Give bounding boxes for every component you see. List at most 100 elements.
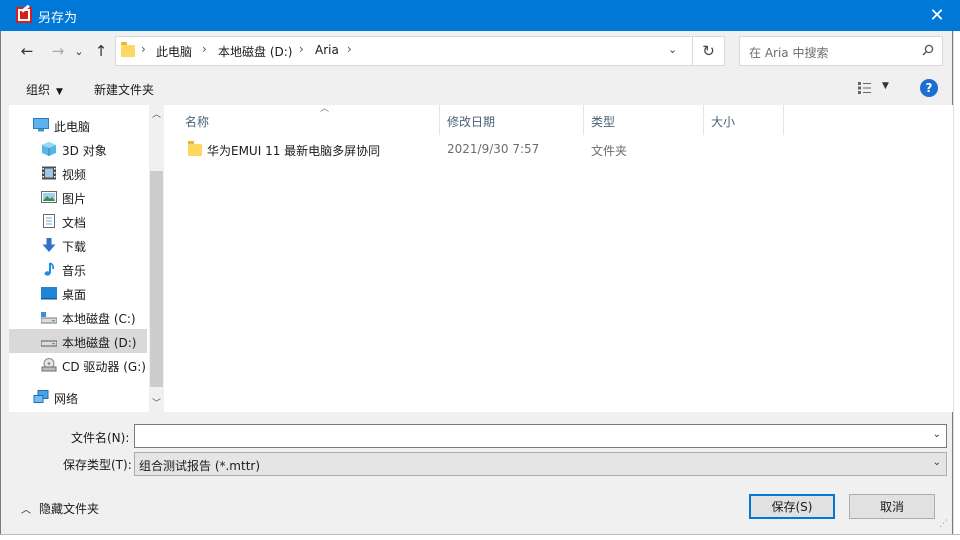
- sidebar-item-label: 网络: [54, 392, 79, 406]
- view-caret-icon[interactable]: ▼: [882, 81, 889, 91]
- column-header-modified[interactable]: 修改日期: [440, 105, 584, 135]
- search-input[interactable]: 在 Aria 中搜索: [739, 36, 943, 66]
- navigation-scrollbar[interactable]: ︿ ﹀: [149, 105, 164, 412]
- picture-icon: [41, 191, 57, 203]
- sidebar-item-cd-drive[interactable]: CD 驱动器 (G:): [9, 353, 147, 377]
- network-icon: [33, 390, 49, 403]
- forward-button[interactable]: →: [47, 40, 69, 62]
- sidebar-item-documents[interactable]: 文档: [9, 209, 147, 233]
- filetype-value: 组合测试报告 (*.mttr): [139, 459, 261, 473]
- sidebar-item-music[interactable]: 音乐: [9, 257, 147, 281]
- sidebar-item-this-pc[interactable]: 此电脑: [9, 113, 147, 137]
- caret-down-icon: ▼: [56, 87, 63, 97]
- breadcrumb-separator: ›: [141, 42, 146, 56]
- arrow-left-icon: ←: [20, 42, 34, 60]
- computer-icon: [33, 118, 49, 132]
- sidebar-item-drive-c[interactable]: 本地磁盘 (C:): [9, 305, 147, 329]
- video-icon: [42, 166, 56, 180]
- sidebar-item-label: CD 驱动器 (G:): [62, 360, 146, 374]
- app-icon: [16, 7, 32, 23]
- column-header-label: 类型: [591, 115, 616, 129]
- scroll-thumb[interactable]: [150, 171, 163, 387]
- refresh-icon: ↻: [702, 42, 715, 60]
- file-type: 文件夹: [591, 144, 628, 158]
- new-folder-button[interactable]: 新建文件夹: [94, 81, 154, 98]
- hide-folders-label: 隐藏文件夹: [39, 502, 100, 516]
- navigation-pane: 此电脑 3D 对象 视频 图片 文档 下载 音乐 桌面 本地磁盘 (C:) 本地…: [9, 105, 149, 412]
- file-list: 名称 ︿ 修改日期 类型 大小 华为EMUI 11 最新电脑多屏协同 2021/…: [164, 104, 953, 412]
- filename-label: 文件名(N):: [71, 431, 130, 445]
- cancel-button[interactable]: 取消: [849, 494, 935, 519]
- save-button[interactable]: 保存(S): [749, 494, 835, 519]
- drive-d-icon: [41, 340, 57, 347]
- resize-grip-icon[interactable]: ⋰: [939, 519, 948, 529]
- up-button[interactable]: ↑: [90, 40, 112, 62]
- arrow-right-icon: →: [51, 42, 65, 60]
- column-header-label: 修改日期: [447, 115, 496, 129]
- breadcrumb-drive-d[interactable]: 本地磁盘 (D:): [218, 43, 292, 60]
- organize-menu[interactable]: 组织 ▼: [26, 81, 63, 98]
- sidebar-item-label: 视频: [62, 168, 87, 182]
- file-modified: 2021/9/30 7:57: [447, 142, 540, 156]
- sidebar-item-label: 音乐: [62, 264, 87, 278]
- column-header-label: 名称: [185, 115, 210, 129]
- sidebar-item-pictures[interactable]: 图片: [9, 185, 147, 209]
- sidebar-item-label: 3D 对象: [62, 144, 107, 158]
- scroll-down-button[interactable]: ﹀: [149, 396, 164, 410]
- command-bar: 组织 ▼ 新建文件夹 ▼ ?: [1, 71, 954, 105]
- breadcrumb-separator[interactable]: ›: [347, 42, 352, 56]
- sort-ascending-icon: ︿: [320, 104, 330, 114]
- search-placeholder: 在 Aria 中搜索: [749, 46, 829, 60]
- music-icon: [44, 262, 55, 276]
- address-bar[interactable]: › 此电脑 › 本地磁盘 (D:) › Aria › ⌄: [115, 36, 693, 66]
- save-as-dialog: ← → ⌄ ↑ › 此电脑 › 本地磁盘 (D:) › Aria › ⌄ ↻ 在…: [0, 31, 953, 534]
- folder-icon: [121, 42, 135, 57]
- column-header-size[interactable]: 大小: [704, 105, 784, 135]
- chevron-down-icon: ⌄: [932, 457, 941, 468]
- cd-drive-icon: [41, 358, 57, 372]
- filename-input[interactable]: ⌄: [134, 424, 947, 448]
- hide-folders-toggle[interactable]: ︿ 隐藏文件夹: [21, 500, 99, 517]
- address-dropdown-button[interactable]: ⌄: [668, 43, 677, 56]
- view-options-icon[interactable]: [858, 82, 876, 94]
- new-folder-label: 新建文件夹: [94, 83, 155, 97]
- column-header-label: 大小: [711, 115, 736, 129]
- close-button[interactable]: ✕: [914, 0, 960, 31]
- sidebar-item-videos[interactable]: 视频: [9, 161, 147, 185]
- sidebar-item-desktop[interactable]: 桌面: [9, 281, 147, 305]
- filetype-label: 保存类型(T):: [63, 458, 132, 472]
- organize-label: 组织: [26, 83, 51, 97]
- breadcrumb-separator[interactable]: ›: [299, 42, 304, 56]
- file-name: 华为EMUI 11 最新电脑多屏协同: [207, 144, 381, 158]
- arrow-up-icon: ↑: [94, 42, 108, 60]
- navigation-bar: ← → ⌄ ↑ › 此电脑 › 本地磁盘 (D:) › Aria › ⌄ ↻ 在…: [1, 31, 954, 71]
- filetype-select[interactable]: 组合测试报告 (*.mttr) ⌄: [134, 452, 947, 476]
- chevron-up-icon: ︿: [21, 505, 31, 516]
- recent-locations-button[interactable]: ⌄: [71, 40, 87, 62]
- close-icon: ✕: [929, 5, 945, 26]
- window-title: 另存为: [38, 11, 78, 26]
- cube-icon: [42, 142, 56, 156]
- sidebar-item-label: 文档: [62, 216, 87, 230]
- chevron-down-icon[interactable]: ⌄: [933, 429, 941, 440]
- title-bar: 另存为 ✕: [0, 0, 960, 31]
- column-header-name[interactable]: 名称 ︿: [178, 104, 440, 135]
- sidebar-item-drive-d[interactable]: 本地磁盘 (D:): [9, 329, 147, 353]
- breadcrumb-aria[interactable]: Aria: [315, 43, 339, 57]
- scroll-up-button[interactable]: ︿: [149, 107, 164, 121]
- help-icon[interactable]: ?: [920, 79, 938, 97]
- refresh-button[interactable]: ↻: [693, 36, 725, 66]
- breadcrumb-this-pc[interactable]: 此电脑: [156, 43, 192, 60]
- sidebar-item-label: 本地磁盘 (D:): [62, 336, 137, 350]
- document-icon: [43, 214, 55, 228]
- sidebar-item-3d-objects[interactable]: 3D 对象: [9, 137, 147, 161]
- drive-c-icon: [41, 312, 57, 324]
- sidebar-item-label: 下载: [62, 240, 87, 254]
- list-item[interactable]: 华为EMUI 11 最新电脑多屏协同 2021/9/30 7:57 文件夹: [174, 139, 944, 161]
- sidebar-item-network[interactable]: 网络: [9, 385, 147, 409]
- back-button[interactable]: ←: [16, 40, 38, 62]
- breadcrumb-separator[interactable]: ›: [202, 42, 207, 56]
- sidebar-item-downloads[interactable]: 下载: [9, 233, 147, 257]
- column-header-type[interactable]: 类型: [584, 105, 704, 135]
- sidebar-item-label: 此电脑: [54, 120, 91, 134]
